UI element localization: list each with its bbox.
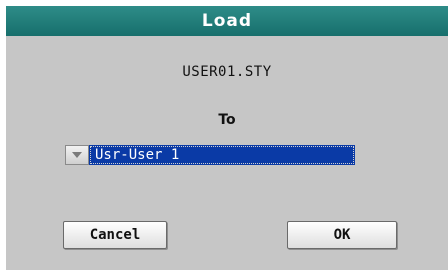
- source-filename: USER01.STY: [182, 64, 272, 80]
- triangle-down-icon[interactable]: [65, 145, 89, 165]
- destination-value[interactable]: Usr-User 1: [89, 145, 355, 165]
- destination-label: To: [218, 112, 236, 128]
- cancel-button[interactable]: Cancel: [63, 221, 167, 249]
- ok-button[interactable]: OK: [287, 221, 397, 249]
- destination-dropdown[interactable]: Usr-User 1: [65, 145, 355, 165]
- dialog-title: Load: [6, 6, 448, 36]
- load-dialog: Load USER01.STY To Usr-User 1 Cancel OK: [6, 6, 448, 270]
